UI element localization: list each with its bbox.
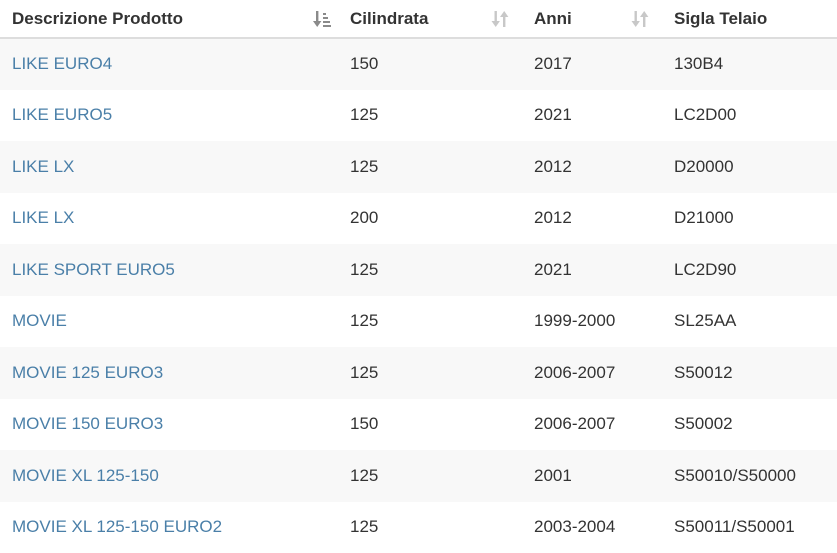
cell-cilindrata: 125 <box>338 296 522 348</box>
product-link[interactable]: MOVIE <box>12 311 67 330</box>
cell-anni: 2017 <box>522 38 662 90</box>
column-header-label: Descrizione Prodotto <box>12 9 183 29</box>
cell-cilindrata: 125 <box>338 450 522 502</box>
cell-descrizione: LIKE EURO5 <box>0 90 338 142</box>
column-header-label: Anni <box>534 9 572 29</box>
table-body: LIKE EURO4 150 2017 130B4 LIKE EURO5 125… <box>0 38 837 553</box>
cell-sigla-telaio: S50010/S50000 <box>662 450 837 502</box>
table-row: MOVIE 125 EURO3 125 2006-2007 S50012 <box>0 347 837 399</box>
cell-descrizione: MOVIE 150 EURO3 <box>0 399 338 451</box>
cell-cilindrata: 125 <box>338 244 522 296</box>
cell-anni: 2021 <box>522 90 662 142</box>
table-row: LIKE LX 125 2012 D20000 <box>0 141 837 193</box>
product-link[interactable]: LIKE LX <box>12 157 74 176</box>
cell-descrizione: LIKE LX <box>0 141 338 193</box>
table-row: LIKE EURO5 125 2021 LC2D00 <box>0 90 837 142</box>
cell-anni: 2003-2004 <box>522 502 662 553</box>
product-table: Descrizione Prodotto Cilindrata <box>0 0 837 553</box>
cell-cilindrata: 150 <box>338 38 522 90</box>
cell-anni: 2006-2007 <box>522 347 662 399</box>
table-row: LIKE SPORT EURO5 125 2021 LC2D90 <box>0 244 837 296</box>
cell-descrizione: MOVIE XL 125-150 <box>0 450 338 502</box>
cell-descrizione: MOVIE XL 125-150 EURO2 <box>0 502 338 553</box>
cell-anni: 2001 <box>522 450 662 502</box>
product-link[interactable]: LIKE LX <box>12 208 74 227</box>
cell-sigla-telaio: LC2D00 <box>662 90 837 142</box>
cell-sigla-telaio: SL25AA <box>662 296 837 348</box>
product-link[interactable]: MOVIE XL 125-150 EURO2 <box>12 517 222 536</box>
column-header-descrizione[interactable]: Descrizione Prodotto <box>0 0 338 38</box>
cell-anni: 2021 <box>522 244 662 296</box>
cell-cilindrata: 150 <box>338 399 522 451</box>
cell-descrizione: LIKE SPORT EURO5 <box>0 244 338 296</box>
product-link[interactable]: LIKE EURO5 <box>12 105 112 124</box>
cell-sigla-telaio: LC2D90 <box>662 244 837 296</box>
cell-cilindrata: 125 <box>338 502 522 553</box>
column-header-cilindrata[interactable]: Cilindrata <box>338 0 522 38</box>
table-row: MOVIE XL 125-150 125 2001 S50010/S50000 <box>0 450 837 502</box>
cell-anni: 2006-2007 <box>522 399 662 451</box>
table-row: MOVIE 150 EURO3 150 2006-2007 S50002 <box>0 399 837 451</box>
sort-icon[interactable] <box>490 9 510 29</box>
product-link[interactable]: MOVIE 150 EURO3 <box>12 414 163 433</box>
product-link[interactable]: LIKE SPORT EURO5 <box>12 260 175 279</box>
column-header-label: Cilindrata <box>350 9 428 29</box>
table-row: LIKE EURO4 150 2017 130B4 <box>0 38 837 90</box>
table-row: MOVIE 125 1999-2000 SL25AA <box>0 296 837 348</box>
column-header-label: Sigla Telaio <box>674 9 767 29</box>
cell-cilindrata: 200 <box>338 193 522 245</box>
cell-descrizione: MOVIE <box>0 296 338 348</box>
cell-descrizione: LIKE LX <box>0 193 338 245</box>
cell-sigla-telaio: S50011/S50001 <box>662 502 837 553</box>
cell-cilindrata: 125 <box>338 347 522 399</box>
cell-sigla-telaio: S50002 <box>662 399 837 451</box>
column-header-sigla-telaio[interactable]: Sigla Telaio <box>662 0 837 38</box>
product-link[interactable]: LIKE EURO4 <box>12 54 112 73</box>
cell-sigla-telaio: S50012 <box>662 347 837 399</box>
cell-anni: 2012 <box>522 193 662 245</box>
header-row: Descrizione Prodotto Cilindrata <box>0 0 837 38</box>
cell-sigla-telaio: D21000 <box>662 193 837 245</box>
table-header: Descrizione Prodotto Cilindrata <box>0 0 837 38</box>
cell-descrizione: LIKE EURO4 <box>0 38 338 90</box>
cell-sigla-telaio: D20000 <box>662 141 837 193</box>
product-link[interactable]: MOVIE XL 125-150 <box>12 466 159 485</box>
product-link[interactable]: MOVIE 125 EURO3 <box>12 363 163 382</box>
cell-anni: 2012 <box>522 141 662 193</box>
table-row: MOVIE XL 125-150 EURO2 125 2003-2004 S50… <box>0 502 837 553</box>
cell-descrizione: MOVIE 125 EURO3 <box>0 347 338 399</box>
sort-icon[interactable] <box>630 9 650 29</box>
cell-sigla-telaio: 130B4 <box>662 38 837 90</box>
cell-anni: 1999-2000 <box>522 296 662 348</box>
cell-cilindrata: 125 <box>338 90 522 142</box>
column-header-anni[interactable]: Anni <box>522 0 662 38</box>
sort-amount-down-icon[interactable] <box>312 9 332 29</box>
table-row: LIKE LX 200 2012 D21000 <box>0 193 837 245</box>
cell-cilindrata: 125 <box>338 141 522 193</box>
